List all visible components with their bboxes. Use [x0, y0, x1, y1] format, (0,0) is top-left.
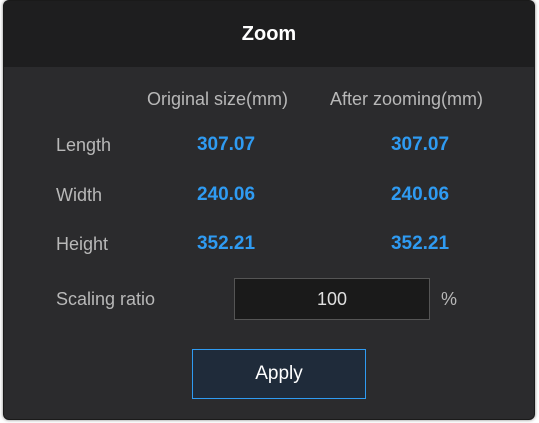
height-label: Height	[56, 234, 109, 254]
dialog-title: Zoom	[241, 22, 297, 45]
width-label: Width	[56, 185, 103, 205]
length-after-value: 307.07	[390, 134, 450, 155]
length-original-value: 307.07	[196, 134, 256, 155]
length-label: Length	[56, 135, 112, 155]
after-zooming-header: After zooming(mm)	[330, 89, 484, 109]
width-original-value: 240.06	[196, 184, 256, 205]
apply-button[interactable]: Apply	[192, 349, 366, 399]
scaling-ratio-input[interactable]	[234, 278, 430, 320]
height-after-value: 352.21	[390, 233, 450, 254]
height-original-value: 352.21	[196, 233, 256, 254]
zoom-dialog: Zoom Original size(mm) After zooming(mm)…	[3, 0, 535, 420]
original-size-header: Original size(mm)	[147, 89, 289, 109]
dialog-titlebar: Zoom	[4, 1, 534, 67]
scaling-ratio-label: Scaling ratio	[56, 289, 156, 309]
percent-unit-label: %	[441, 289, 458, 309]
width-after-value: 240.06	[390, 184, 450, 205]
